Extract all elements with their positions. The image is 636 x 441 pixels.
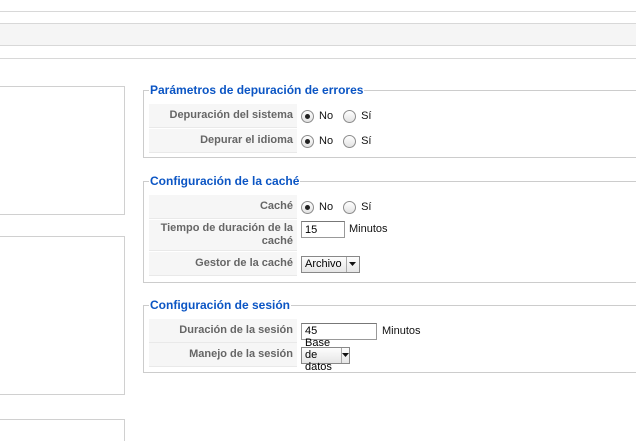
session-handler-label: Manejo de la sesión bbox=[149, 343, 297, 367]
cache-handler-label: Gestor de la caché bbox=[149, 252, 297, 276]
system-debug-yes-label[interactable]: Sí bbox=[361, 110, 371, 122]
debug-fieldset: Parámetros de depuración de errores Depu… bbox=[143, 83, 636, 158]
session-handler-select[interactable]: Base de datos bbox=[301, 337, 350, 373]
content-divider bbox=[0, 58, 636, 59]
language-debug-no-label[interactable]: No bbox=[319, 135, 333, 147]
cache-no-radio[interactable] bbox=[301, 200, 314, 214]
language-debug-yes-label[interactable]: Sí bbox=[361, 135, 371, 147]
session-fieldset: Configuración de sesión Duración de la s… bbox=[143, 298, 636, 373]
session-duration-unit: Minutos bbox=[382, 325, 421, 337]
chevron-down-icon bbox=[340, 347, 349, 363]
system-debug-no-label[interactable]: No bbox=[319, 110, 333, 122]
language-debug-label: Depurar el idioma bbox=[149, 129, 297, 153]
cache-label: Caché bbox=[149, 195, 297, 219]
left-panel-2 bbox=[0, 236, 125, 395]
system-debug-no-radio[interactable] bbox=[301, 109, 314, 123]
language-debug-yes-radio[interactable] bbox=[343, 134, 357, 148]
top-divider bbox=[0, 11, 636, 12]
cache-time-input[interactable]: 15 bbox=[301, 221, 345, 238]
cache-no-label[interactable]: No bbox=[319, 201, 333, 213]
cache-handler-select[interactable]: Archivo bbox=[301, 255, 360, 273]
system-debug-label: Depuración del sistema bbox=[149, 104, 297, 128]
debug-legend: Parámetros de depuración de errores bbox=[149, 83, 365, 97]
system-debug-yes-radio[interactable] bbox=[343, 109, 357, 123]
cache-handler-value: Archivo bbox=[305, 258, 342, 270]
cache-yes-radio[interactable] bbox=[343, 200, 357, 214]
cache-time-label: Tiempo de duración de la caché bbox=[149, 220, 297, 251]
session-duration-label: Duración de la sesión bbox=[149, 319, 297, 343]
cache-yes-label[interactable]: Sí bbox=[361, 201, 371, 213]
left-panel-1 bbox=[0, 86, 125, 215]
session-legend: Configuración de sesión bbox=[149, 298, 292, 312]
chevron-down-icon bbox=[345, 256, 359, 272]
language-debug-no-radio[interactable] bbox=[301, 134, 314, 148]
cache-legend: Configuración de la caché bbox=[149, 174, 301, 188]
toolbar-strip bbox=[0, 23, 636, 46]
session-handler-value: Base de datos bbox=[305, 337, 332, 373]
cache-fieldset: Configuración de la caché Caché No Sí Ti… bbox=[143, 174, 636, 283]
cache-time-unit: Minutos bbox=[349, 223, 388, 235]
left-panel-3 bbox=[0, 419, 125, 441]
